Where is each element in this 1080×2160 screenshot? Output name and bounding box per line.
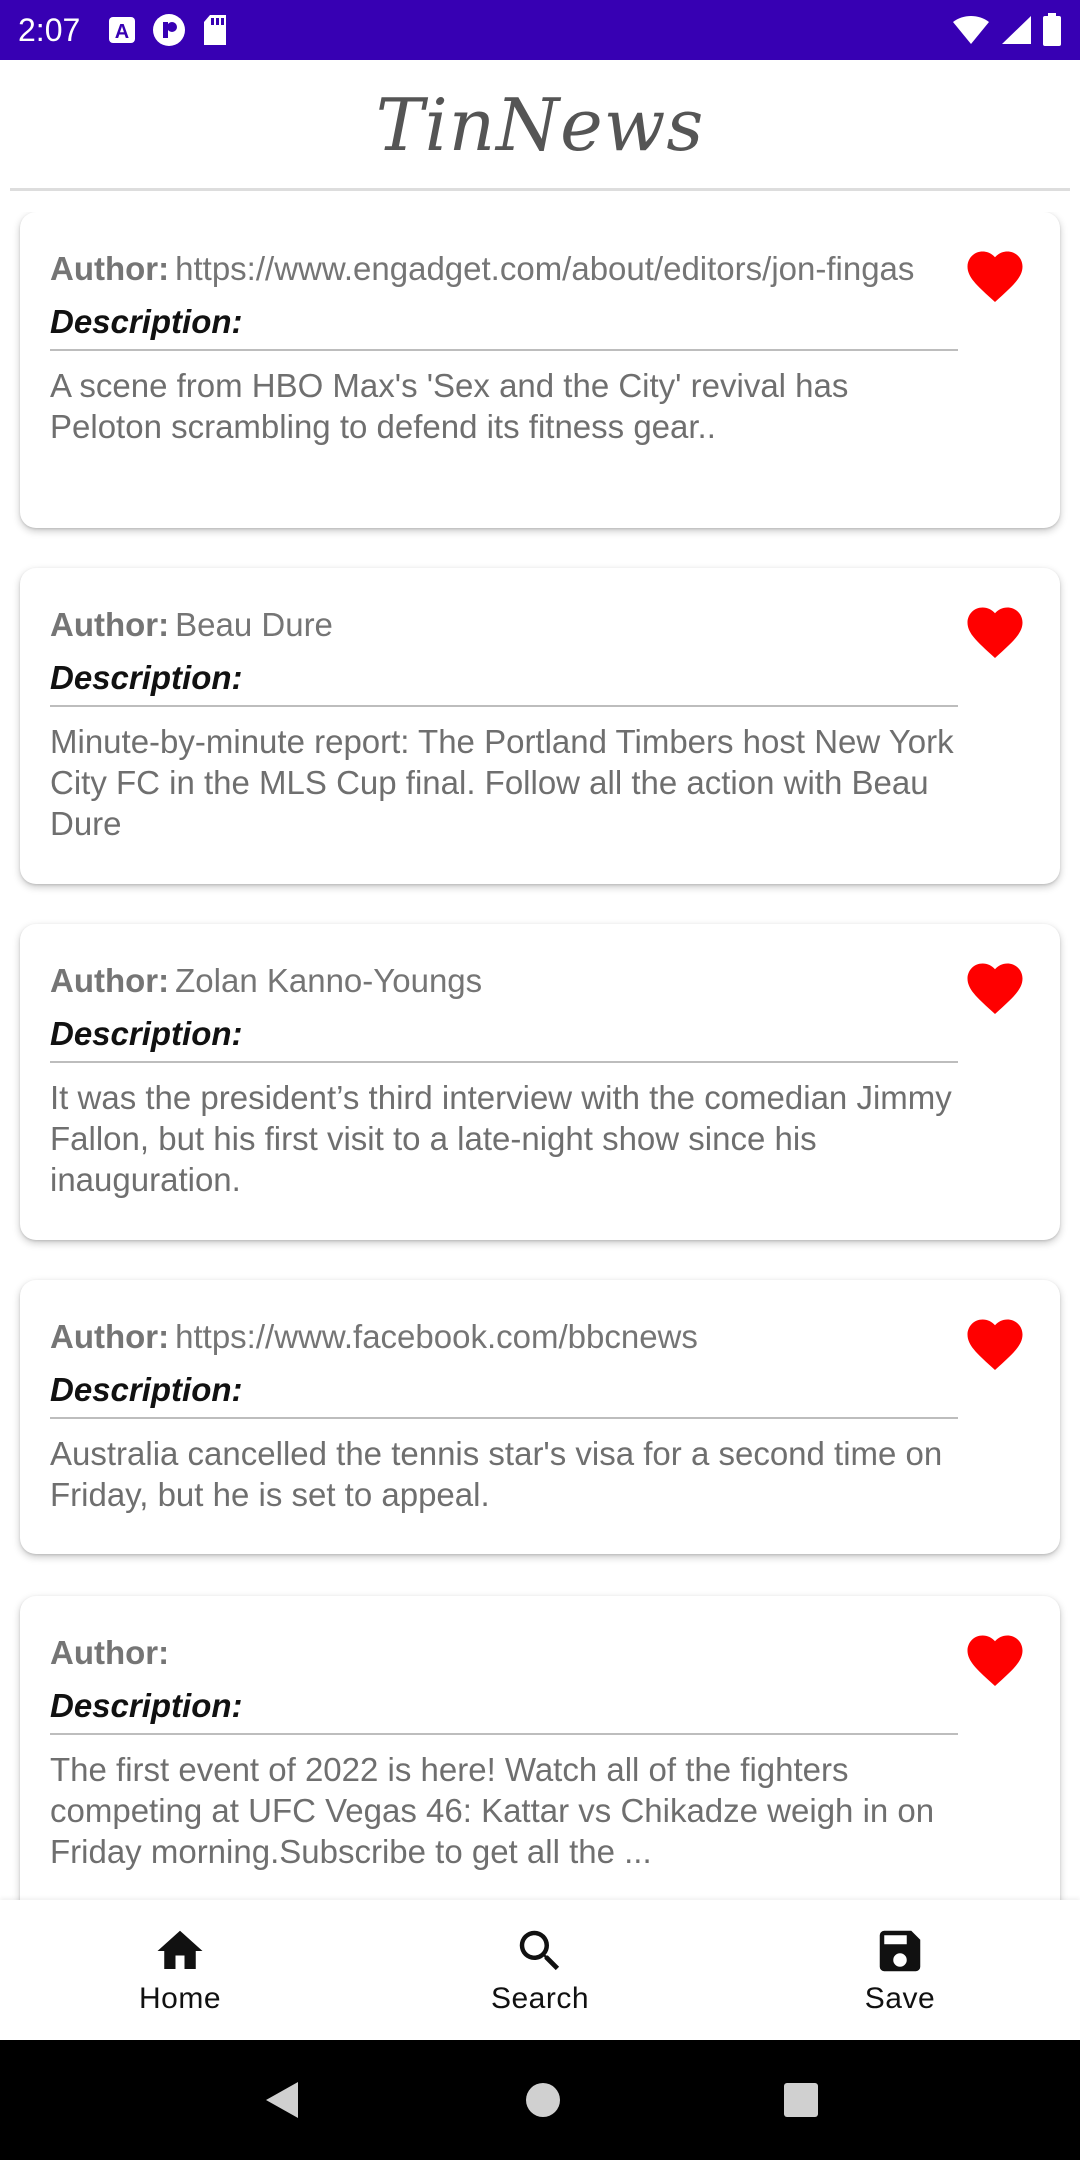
news-card[interactable]: Author: Description: The first event of … bbox=[20, 1596, 1060, 1900]
favorite-heart-icon[interactable] bbox=[962, 248, 1028, 310]
author-value: https://www.engadget.com/about/editors/j… bbox=[175, 250, 915, 287]
description-label: Description: bbox=[50, 1687, 958, 1735]
home-circle-icon[interactable] bbox=[523, 2080, 563, 2120]
author-label: Author: bbox=[50, 962, 170, 999]
search-icon bbox=[519, 1930, 560, 1971]
bottom-navigation: Home Search Save bbox=[0, 1900, 1080, 2040]
nav-home[interactable]: Home bbox=[0, 1900, 360, 2040]
nav-save-label: Save bbox=[864, 1982, 936, 2015]
screen: 2:07 A TinNews Author: https://www.engad… bbox=[0, 0, 1080, 2160]
save-icon bbox=[879, 1930, 921, 1972]
news-feed[interactable]: Author: https://www.engadget.com/about/e… bbox=[0, 212, 1080, 1900]
favorite-heart-icon[interactable] bbox=[962, 1316, 1028, 1378]
media-icon bbox=[153, 14, 186, 46]
author-row: Author: Zolan Kanno-Youngs bbox=[50, 960, 950, 1001]
app-bar-divider bbox=[10, 188, 1070, 191]
author-row: Author: https://www.facebook.com/bbcnews bbox=[50, 1316, 950, 1357]
author-label: Author: bbox=[50, 606, 170, 643]
author-label: Author: bbox=[50, 250, 170, 287]
author-row: Author: Beau Dure bbox=[50, 604, 950, 645]
favorite-heart-icon[interactable] bbox=[962, 960, 1028, 1022]
news-card[interactable]: Author: Zolan Kanno-Youngs Description: … bbox=[20, 924, 1060, 1240]
status-time: 2:07 bbox=[18, 11, 81, 48]
wifi-icon bbox=[953, 16, 989, 44]
system-navigation-bar bbox=[0, 2040, 1080, 2160]
svg-text:A: A bbox=[115, 21, 129, 43]
author-value: Zolan Kanno-Youngs bbox=[175, 962, 483, 999]
description-text: The first event of 2022 is here! Watch a… bbox=[50, 1751, 935, 1870]
nav-search[interactable]: Search bbox=[360, 1900, 720, 2040]
description-label: Description: bbox=[50, 1371, 958, 1419]
home-icon bbox=[157, 1930, 203, 1969]
description-label: Description: bbox=[50, 1015, 958, 1063]
a-notification-icon: A bbox=[109, 17, 136, 43]
description-text: A scene from HBO Max's 'Sex and the City… bbox=[50, 367, 849, 445]
author-row: Author: https://www.engadget.com/about/e… bbox=[50, 248, 950, 289]
nav-search-label: Search bbox=[490, 1982, 590, 2015]
author-value: https://www.facebook.com/bbcnews bbox=[175, 1318, 698, 1355]
favorite-heart-icon[interactable] bbox=[962, 1632, 1028, 1694]
author-label: Author: bbox=[50, 1318, 170, 1355]
news-card[interactable]: Author: Beau Dure Description: Minute-by… bbox=[20, 568, 1060, 884]
signal-icon bbox=[1002, 16, 1031, 44]
news-card[interactable]: Author: https://www.facebook.com/bbcnews… bbox=[20, 1280, 1060, 1554]
app-bar: TinNews bbox=[0, 60, 1080, 190]
author-row: Author: bbox=[50, 1632, 950, 1673]
recents-icon[interactable] bbox=[782, 2081, 820, 2119]
author-value: Beau Dure bbox=[175, 606, 333, 643]
author-label: Author: bbox=[50, 1634, 170, 1671]
description-text: Australia cancelled the tennis star's vi… bbox=[50, 1435, 943, 1513]
back-icon[interactable] bbox=[260, 2078, 304, 2122]
description-text: Minute-by-minute report: The Portland Ti… bbox=[50, 723, 954, 842]
status-bar: 2:07 A bbox=[0, 0, 1080, 60]
favorite-heart-icon[interactable] bbox=[962, 604, 1028, 666]
battery-icon bbox=[1043, 13, 1061, 46]
nav-save[interactable]: Save bbox=[720, 1900, 1080, 2040]
description-label: Description: bbox=[50, 659, 958, 707]
description-label: Description: bbox=[50, 303, 958, 351]
description-text: It was the president’s third interview w… bbox=[50, 1079, 952, 1198]
sd-card-icon bbox=[204, 15, 227, 45]
news-card[interactable]: Author: https://www.engadget.com/about/e… bbox=[20, 212, 1060, 528]
nav-home-label: Home bbox=[138, 1982, 222, 2015]
app-title: TinNews bbox=[375, 83, 705, 167]
